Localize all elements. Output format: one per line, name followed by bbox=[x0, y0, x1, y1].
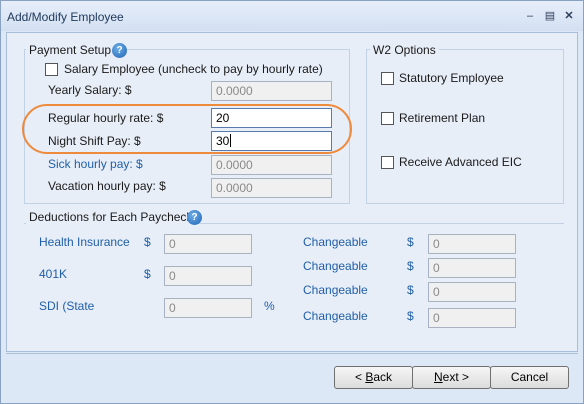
retirement-plan-label: Retirement Plan bbox=[399, 111, 486, 125]
changeable-field-2[interactable]: 0 bbox=[428, 258, 516, 278]
vacation-hourly-pay-label: Vacation hourly pay: $ bbox=[48, 179, 166, 193]
minimize-icon[interactable]: – bbox=[523, 9, 537, 23]
401k-currency: $ bbox=[144, 267, 151, 281]
deductions-help-icon[interactable]: ? bbox=[187, 210, 202, 225]
advanced-eic-checkbox[interactable] bbox=[381, 156, 394, 169]
sdi-label: SDI (State bbox=[39, 299, 95, 313]
salary-employee-checkbox[interactable] bbox=[45, 63, 58, 76]
statutory-employee-label: Statutory Employee bbox=[399, 71, 504, 85]
footer-separator bbox=[6, 353, 578, 354]
salary-employee-label: Salary Employee (uncheck to pay by hourl… bbox=[64, 62, 323, 76]
highlight-outline bbox=[22, 104, 352, 154]
401k-field[interactable]: 0 bbox=[164, 266, 252, 286]
changeable-label-4: Changeable bbox=[303, 309, 368, 323]
changeable-label-1: Changeable bbox=[303, 235, 368, 249]
health-insurance-label: Health Insurance bbox=[39, 235, 130, 249]
next-button-mnemonic: N bbox=[433, 370, 443, 384]
sdi-field[interactable]: 0 bbox=[164, 298, 252, 318]
statutory-employee-checkbox[interactable] bbox=[381, 72, 394, 85]
changeable-currency-3: $ bbox=[407, 283, 414, 297]
changeable-field-1[interactable]: 0 bbox=[428, 234, 516, 254]
close-icon[interactable]: ✕ bbox=[562, 9, 576, 23]
add-modify-employee-window: Add/Modify Employee – ▤ ✕ Payment Setup … bbox=[0, 0, 584, 404]
back-button-prefix: < bbox=[354, 370, 366, 384]
w2-options-title: W2 Options bbox=[370, 43, 439, 57]
sdi-percent-unit: % bbox=[264, 299, 275, 313]
health-currency: $ bbox=[144, 235, 151, 249]
back-button-label: ack bbox=[373, 370, 393, 384]
vacation-hourly-pay-field[interactable]: 0.0000 bbox=[211, 178, 332, 198]
changeable-label-2: Changeable bbox=[303, 259, 368, 273]
changeable-field-4[interactable]: 0 bbox=[428, 308, 516, 328]
back-button[interactable]: < Back bbox=[334, 366, 413, 389]
health-insurance-field[interactable]: 0 bbox=[164, 234, 252, 254]
yearly-salary-field[interactable]: 0.0000 bbox=[211, 81, 332, 101]
changeable-label-3: Changeable bbox=[303, 283, 368, 297]
retirement-plan-checkbox[interactable] bbox=[381, 112, 394, 125]
title-bar: Add/Modify Employee – ▤ ✕ bbox=[1, 1, 583, 31]
window-title: Add/Modify Employee bbox=[7, 10, 124, 24]
changeable-currency-2: $ bbox=[407, 259, 414, 273]
maximize-icon[interactable]: ▤ bbox=[543, 9, 557, 23]
changeable-field-3[interactable]: 0 bbox=[428, 282, 516, 302]
payment-setup-help-icon[interactable]: ? bbox=[112, 43, 127, 58]
changeable-currency-1: $ bbox=[407, 235, 414, 249]
advanced-eic-label: Receive Advanced EIC bbox=[399, 155, 522, 169]
deductions-title: Deductions for Each Paycheck bbox=[26, 210, 196, 224]
next-button[interactable]: Next > bbox=[412, 366, 491, 389]
payment-setup-title: Payment Setup bbox=[26, 43, 115, 57]
yearly-salary-label: Yearly Salary: $ bbox=[48, 83, 132, 97]
changeable-currency-4: $ bbox=[407, 309, 414, 323]
next-button-label: ext > bbox=[442, 370, 470, 384]
401k-label: 401K bbox=[39, 267, 68, 281]
sick-hourly-pay-label: Sick hourly pay: $ bbox=[48, 157, 143, 171]
cancel-button[interactable]: Cancel bbox=[490, 366, 569, 389]
sick-hourly-pay-field[interactable]: 0.0000 bbox=[211, 155, 332, 175]
